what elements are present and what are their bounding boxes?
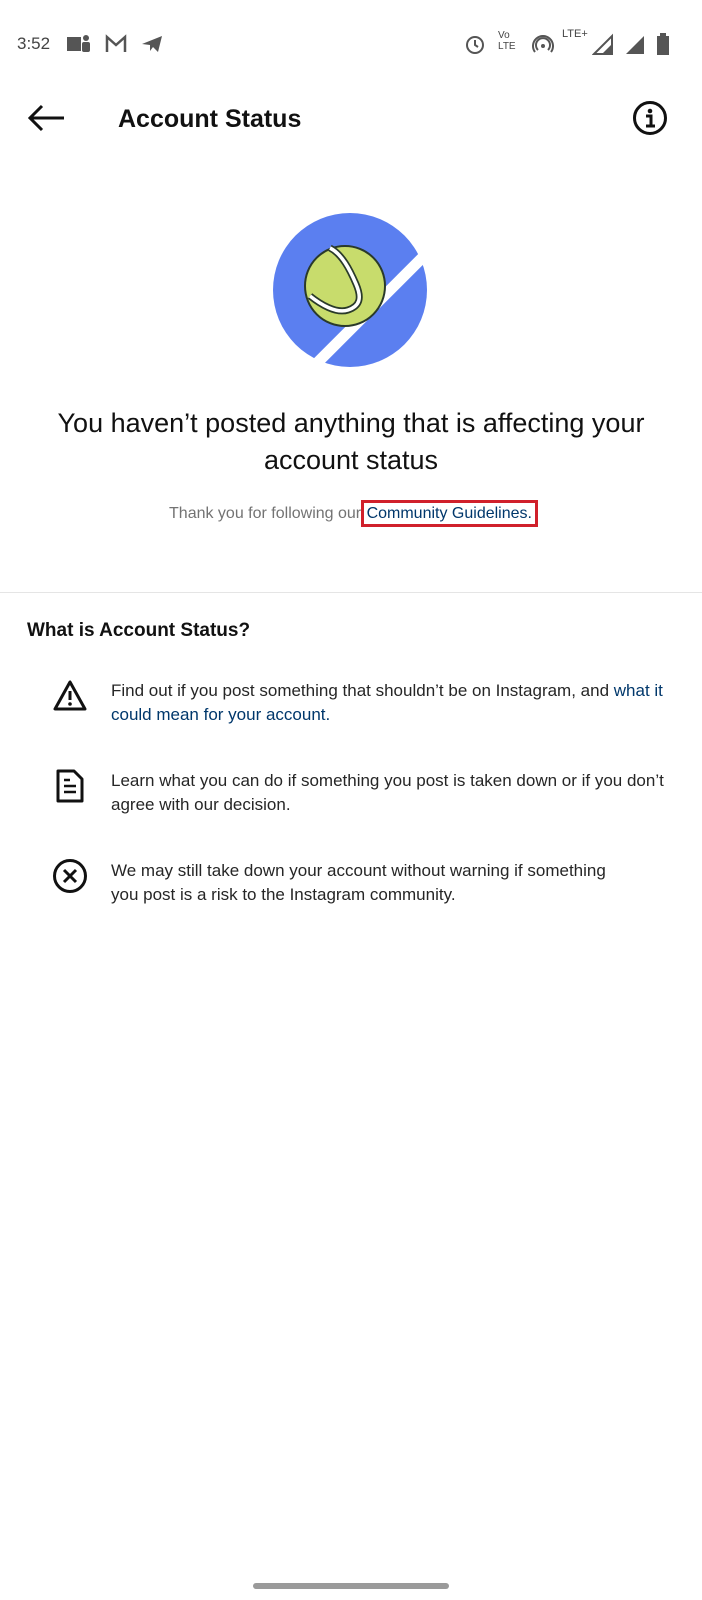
divider: [0, 592, 702, 593]
battery-icon: [657, 33, 669, 55]
gmail-icon: [105, 34, 127, 52]
teams-icon: [67, 35, 90, 52]
info-item-text: Find out if you post something that shou…: [111, 681, 614, 700]
info-item-text: We may still take down your account with…: [111, 861, 606, 904]
signal-icon: [626, 36, 644, 54]
telegram-icon: [142, 36, 162, 52]
arrow-left-icon[interactable]: [26, 103, 66, 133]
thanks-text: Thank you for following our Community Gu…: [0, 500, 702, 527]
alarm-icon: [466, 36, 484, 54]
home-indicator[interactable]: [253, 1583, 449, 1589]
lte-plus-label: LTE+: [562, 28, 588, 40]
app-header: Account Status: [0, 95, 702, 145]
hotspot-icon: [532, 35, 554, 53]
status-time: 3:52: [17, 34, 51, 53]
thanks-prefix: Thank you for following our: [169, 505, 366, 522]
lte-plus-signal-icon: [592, 33, 613, 55]
circle-x-icon: [53, 859, 87, 893]
warning-icon: [53, 680, 87, 711]
community-guidelines-link[interactable]: Community Guidelines.: [360, 500, 538, 527]
volte-icon: Vo LTE: [498, 30, 516, 52]
section-title: What is Account Status?: [27, 620, 251, 641]
info-icon[interactable]: [632, 100, 668, 136]
tennis-ball-illustration: [273, 213, 428, 368]
status-bar: 3:52 Vo LTE LTE+: [0, 28, 702, 58]
document-icon: [56, 769, 84, 803]
page-title: Account Status: [118, 105, 302, 133]
status-headline: You haven’t posted anything that is affe…: [57, 408, 645, 475]
info-item-text: Learn what you can do if something you p…: [111, 771, 664, 814]
